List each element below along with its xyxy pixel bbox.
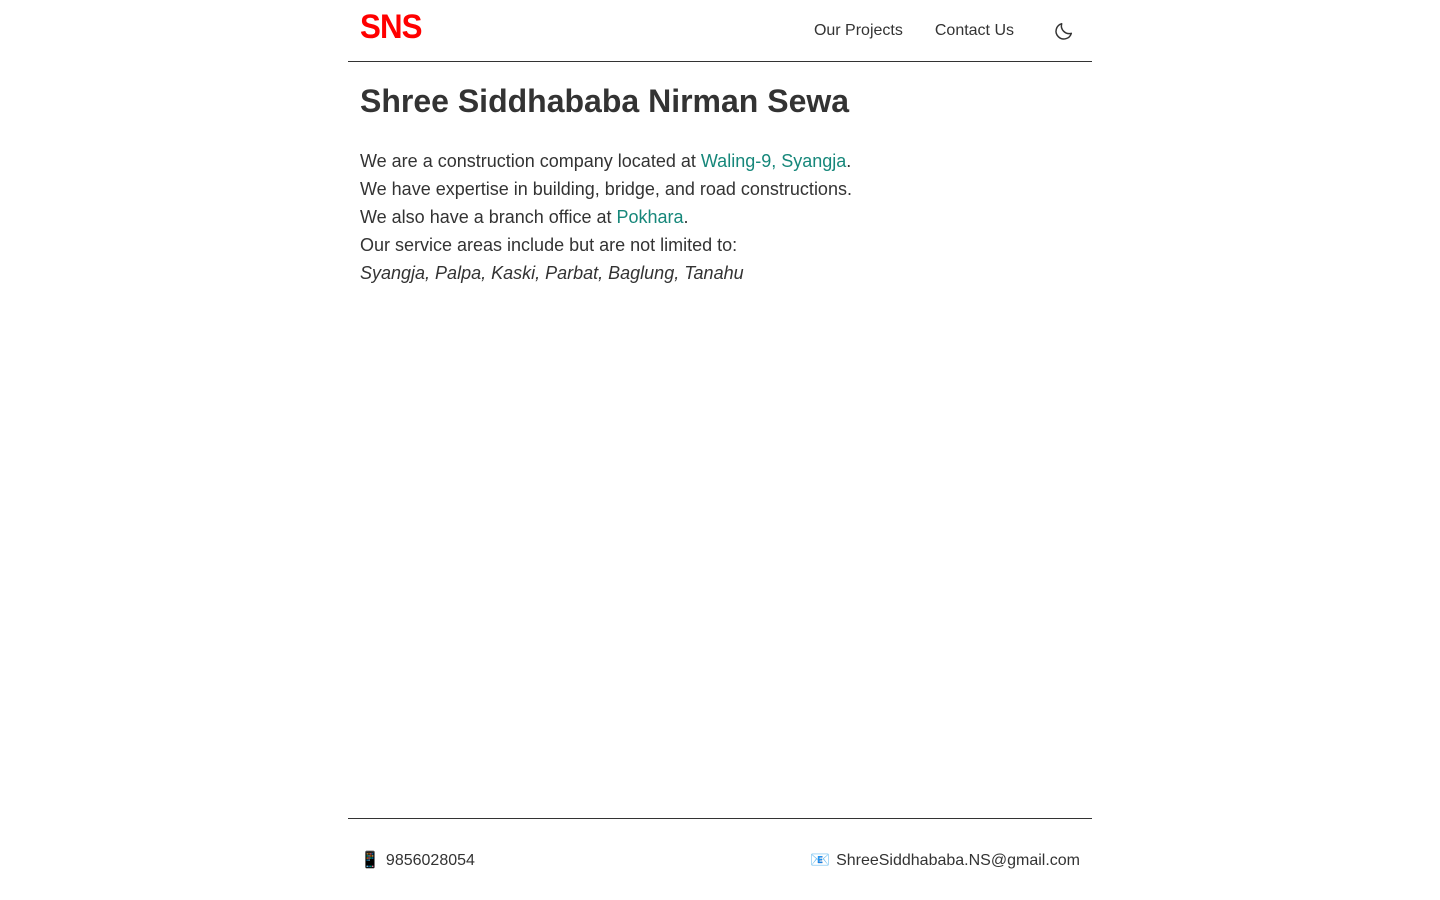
service-areas: Syangja, Palpa, Kaski, Parbat, Baglung, … — [360, 263, 744, 283]
about-line-location: We are a construction company located at… — [360, 147, 1080, 175]
moon-icon — [1055, 22, 1073, 40]
main-content: Shree Siddhababa Nirman Sewa We are a co… — [360, 62, 1080, 287]
footer-phone[interactable]: 📱 9856028054 — [360, 851, 475, 871]
branch-link[interactable]: Pokhara — [617, 207, 684, 227]
about-text: We are a construction company located at… — [360, 147, 1080, 287]
nav-contact-us[interactable]: Contact Us — [935, 21, 1014, 41]
theme-toggle-button[interactable] — [1052, 19, 1076, 43]
site-footer: 📱 9856028054 📧 ShreeSiddhababa.NS@gmail.co… — [348, 818, 1092, 900]
footer-email[interactable]: 📧 ShreeSiddhababa.NS@gmail.com — [810, 851, 1080, 871]
email-address: ShreeSiddhababa.NS@gmail.com — [836, 852, 1080, 869]
location-prefix: We are a construction company located at — [360, 151, 701, 171]
email-icon: 📧 — [810, 852, 831, 869]
about-line-branch: We also have a branch office at Pokhara. — [360, 203, 1080, 231]
logo-link[interactable]: SNS — [360, 8, 422, 46]
phone-icon: 📱 — [360, 852, 380, 869]
nav-our-projects[interactable]: Our Projects — [814, 21, 903, 41]
about-line-expertise: We have expertise in building, bridge, a… — [360, 179, 852, 199]
branch-suffix: . — [683, 207, 689, 227]
page-container: SNS Our Projects Contact Us Shree Siddha… — [348, 0, 1092, 900]
branch-prefix: We also have a branch office at — [360, 207, 617, 227]
location-suffix: . — [846, 151, 852, 171]
page-title: Shree Siddhababa Nirman Sewa — [360, 83, 850, 119]
main-nav: Our Projects Contact Us — [814, 0, 1092, 61]
phone-number: 9856028054 — [385, 852, 475, 869]
site-header: SNS Our Projects Contact Us — [348, 0, 1092, 62]
location-link[interactable]: Waling-9, Syangja — [701, 151, 846, 171]
about-line-service-intro: Our service areas include but are not li… — [360, 235, 738, 255]
